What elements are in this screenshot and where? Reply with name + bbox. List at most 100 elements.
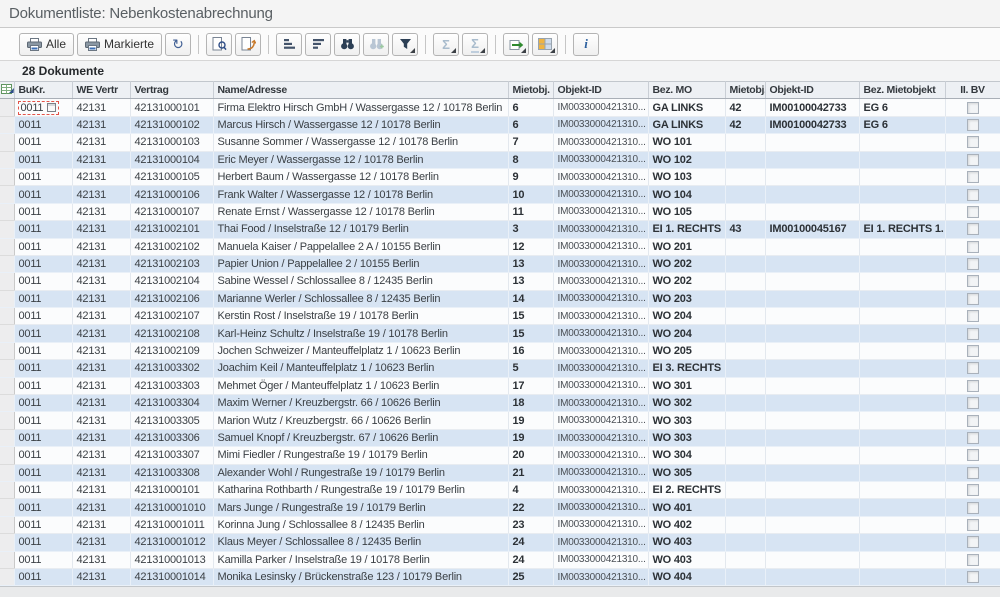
table-row[interactable]: 00114213142131002102Manuela Kaiser / Pap… bbox=[0, 238, 1000, 255]
sort-ascending-button[interactable] bbox=[276, 33, 302, 56]
cell-objekt_id1[interactable]: IM0033000421310... bbox=[553, 360, 648, 377]
row-selector[interactable] bbox=[0, 255, 14, 272]
cell-mietobj1[interactable]: 10 bbox=[508, 186, 553, 203]
cell-bez_mietobjekt[interactable] bbox=[859, 499, 945, 516]
row-selector[interactable] bbox=[0, 151, 14, 168]
table-row[interactable]: 00114213142131003302Joachim Keil / Mante… bbox=[0, 360, 1000, 377]
cell-we_vertr[interactable]: 42131 bbox=[72, 99, 130, 116]
cell-we_vertr[interactable]: 42131 bbox=[72, 464, 130, 481]
cell-we_vertr[interactable]: 42131 bbox=[72, 325, 130, 342]
cell-mietobj1[interactable]: 25 bbox=[508, 568, 553, 585]
iibv-checkbox[interactable] bbox=[967, 554, 979, 566]
cell-bez_mo[interactable]: WO 203 bbox=[648, 290, 725, 307]
cell-name[interactable]: Renate Ernst / Wassergasse 12 / 10178 Be… bbox=[213, 203, 508, 220]
cell-bez_mietobjekt[interactable] bbox=[859, 238, 945, 255]
cell-objekt_id1[interactable]: IM0033000421310... bbox=[553, 255, 648, 272]
cell-bez_mo[interactable]: WO 202 bbox=[648, 255, 725, 272]
cell-mietobj1[interactable]: 8 bbox=[508, 151, 553, 168]
cell-bez_mietobjekt[interactable] bbox=[859, 360, 945, 377]
cell-vertrag[interactable]: 42131002103 bbox=[130, 255, 213, 272]
cell-mietobj1[interactable]: 7 bbox=[508, 134, 553, 151]
row-selector[interactable] bbox=[0, 395, 14, 412]
cell-bez_mo[interactable]: GA LINKS bbox=[648, 116, 725, 133]
cell-bukr[interactable]: 0011 bbox=[14, 377, 72, 394]
cell-objekt_id2[interactable] bbox=[765, 377, 859, 394]
cell-mietobj2[interactable] bbox=[725, 290, 765, 307]
cell-vertrag[interactable]: 421310001013 bbox=[130, 551, 213, 568]
col-header-bez_mo[interactable]: Bez. MO bbox=[648, 82, 725, 99]
cell-bukr[interactable]: 0011 bbox=[14, 342, 72, 359]
cell-objekt_id2[interactable] bbox=[765, 134, 859, 151]
total-button[interactable]: Σ bbox=[433, 33, 459, 56]
cell-bukr[interactable]: 0011 bbox=[14, 186, 72, 203]
cell-objekt_id1[interactable]: IM0033000421310... bbox=[553, 464, 648, 481]
cell-mietobj2[interactable] bbox=[725, 551, 765, 568]
table-row[interactable]: 00114213142131002104Sabine Wessel / Schl… bbox=[0, 273, 1000, 290]
filter-button[interactable] bbox=[392, 33, 418, 56]
cell-we_vertr[interactable]: 42131 bbox=[72, 186, 130, 203]
cell-mietobj1[interactable]: 15 bbox=[508, 308, 553, 325]
print-selected-button[interactable]: Markierte bbox=[77, 33, 162, 56]
iibv-checkbox[interactable] bbox=[967, 223, 979, 235]
cell-objekt_id2[interactable]: IM00100045167 bbox=[765, 221, 859, 238]
cell-vertrag[interactable]: 42131000105 bbox=[130, 168, 213, 185]
cell-bez_mo[interactable]: WO 303 bbox=[648, 412, 725, 429]
iibv-checkbox[interactable] bbox=[967, 328, 979, 340]
cell-bez_mietobjekt[interactable] bbox=[859, 395, 945, 412]
cell-objekt_id2[interactable] bbox=[765, 499, 859, 516]
iibv-checkbox[interactable] bbox=[967, 362, 979, 374]
cell-we_vertr[interactable]: 42131 bbox=[72, 238, 130, 255]
cell-bukr[interactable]: 0011 bbox=[14, 534, 72, 551]
col-header-objekt_id2[interactable]: Objekt-ID bbox=[765, 82, 859, 99]
cell-mietobj1[interactable]: 17 bbox=[508, 377, 553, 394]
cell-name[interactable]: Manuela Kaiser / Pappelallee 2 A / 10155… bbox=[213, 238, 508, 255]
export-button[interactable] bbox=[503, 33, 529, 56]
cell-vertrag[interactable]: 42131000101 bbox=[130, 481, 213, 498]
cell-bez_mo[interactable]: WO 305 bbox=[648, 464, 725, 481]
cell-vertrag[interactable]: 42131000106 bbox=[130, 186, 213, 203]
cell-bukr[interactable]: 0011 bbox=[14, 168, 72, 185]
cell-we_vertr[interactable]: 42131 bbox=[72, 429, 130, 446]
cell-bukr[interactable]: 0011 bbox=[14, 116, 72, 133]
iibv-checkbox[interactable] bbox=[967, 432, 979, 444]
cell-vertrag[interactable]: 421310001011 bbox=[130, 516, 213, 533]
row-selector[interactable] bbox=[0, 377, 14, 394]
cell-objekt_id2[interactable] bbox=[765, 325, 859, 342]
info-button[interactable]: i bbox=[573, 33, 599, 56]
cell-bez_mietobjekt[interactable] bbox=[859, 534, 945, 551]
cell-objekt_id1[interactable]: IM0033000421310... bbox=[553, 221, 648, 238]
iibv-checkbox[interactable] bbox=[967, 154, 979, 166]
table-row[interactable]: 00114213142131000106Frank Walter / Wasse… bbox=[0, 186, 1000, 203]
row-selector[interactable] bbox=[0, 238, 14, 255]
cell-bukr[interactable]: 0011 bbox=[14, 360, 72, 377]
cell-vertrag[interactable]: 42131000101 bbox=[130, 99, 213, 116]
row-selector[interactable] bbox=[0, 134, 14, 151]
cell-name[interactable]: Thai Food / Inselstraße 12 / 10179 Berli… bbox=[213, 221, 508, 238]
cell-mietobj2[interactable] bbox=[725, 534, 765, 551]
cell-vertrag[interactable]: 42131003305 bbox=[130, 412, 213, 429]
iibv-checkbox[interactable] bbox=[967, 119, 979, 131]
cell-mietobj2[interactable] bbox=[725, 325, 765, 342]
cell-objekt_id1[interactable]: IM0033000421310... bbox=[553, 551, 648, 568]
row-selector[interactable] bbox=[0, 116, 14, 133]
cell-mietobj2[interactable] bbox=[725, 481, 765, 498]
cell-mietobj1[interactable]: 9 bbox=[508, 168, 553, 185]
cell-bukr[interactable]: 0011 bbox=[14, 551, 72, 568]
cell-bez_mietobjekt[interactable] bbox=[859, 516, 945, 533]
cell-bez_mo[interactable]: WO 201 bbox=[648, 238, 725, 255]
cell-name[interactable]: Kamilla Parker / Inselstraße 19 / 10178 … bbox=[213, 551, 508, 568]
cell-name[interactable]: Marion Wutz / Kreuzbergstr. 66 / 10626 B… bbox=[213, 412, 508, 429]
col-header-name[interactable]: Name/Adresse bbox=[213, 82, 508, 99]
table-row[interactable]: 00114213142131003306Samuel Knopf / Kreuz… bbox=[0, 429, 1000, 446]
cell-bukr[interactable]: 0011 bbox=[14, 412, 72, 429]
iibv-checkbox[interactable] bbox=[967, 258, 979, 270]
cell-objekt_id2[interactable] bbox=[765, 464, 859, 481]
cell-bez_mietobjekt[interactable] bbox=[859, 377, 945, 394]
cell-mietobj2[interactable] bbox=[725, 464, 765, 481]
cell-bez_mo[interactable]: WO 102 bbox=[648, 151, 725, 168]
cell-objekt_id2[interactable] bbox=[765, 481, 859, 498]
cell-objekt_id1[interactable]: IM0033000421310... bbox=[553, 290, 648, 307]
col-header-bez_mietobjekt[interactable]: Bez. Mietobjekt bbox=[859, 82, 945, 99]
cell-objekt_id2[interactable] bbox=[765, 151, 859, 168]
table-row[interactable]: 00114213142131003303Mehmet Öger / Manteu… bbox=[0, 377, 1000, 394]
